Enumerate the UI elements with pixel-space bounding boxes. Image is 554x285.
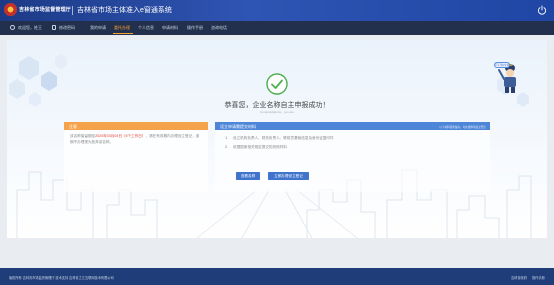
user-name: 欢迎您，姓王: [18, 25, 42, 30]
step-item: 1 设立机构负责人、财务负责人、联络员基础信息及身份证复印件: [225, 135, 334, 140]
next-steps-header: 设立申请需提交材料 以下材料需准备好，可在线申请设立登记: [215, 122, 490, 130]
footer-link-government[interactable]: 吉林省政府: [511, 275, 527, 280]
next-steps-hint: 以下材料需准备好，可在线申请设立登记: [439, 125, 486, 129]
nav-item-delegation[interactable]: 委托办理: [114, 25, 130, 31]
change-password-label: 修改密码: [59, 25, 75, 30]
next-steps-panel: 设立申请需提交材料 以下材料需准备好，可在线申请设立登记 1 设立机构负责人、财务…: [215, 122, 490, 192]
nav-item-hotline[interactable]: 咨询电话: [211, 25, 227, 31]
notice-body: 该名称保留期至2020年03月04日（5个工作日），请在有效期内办理设立登记，逾…: [64, 130, 208, 149]
result-card: 有问题找我 恭喜您，企业名称自主申报成功！ Congratulations，yo…: [7, 40, 547, 238]
emblem-icon: [4, 3, 17, 16]
notice-title: 注意: [64, 122, 208, 130]
header-divider: [72, 6, 73, 15]
nav-item-personal-info[interactable]: 个人信息: [138, 25, 154, 31]
user-icon: [10, 25, 15, 30]
step-item: 2 依据国家相关规定提交的其他材料: [225, 144, 287, 149]
nav-item-manual[interactable]: 操作手册: [187, 25, 203, 31]
change-password-link[interactable]: 修改密码: [52, 25, 75, 31]
footer-link-manual[interactable]: 操作手册: [532, 275, 545, 280]
success-title: 恭喜您，企业名称自主申报成功！: [224, 102, 330, 109]
start-registration-button[interactable]: 立即办理设立登记: [268, 172, 309, 180]
notice-date: 2020年03月04日（5个工作日）: [95, 134, 146, 138]
main-content: 有问题找我 恭喜您，企业名称自主申报成功！ Congratulations，yo…: [0, 35, 554, 268]
org-name: 吉林省市场监督管理厅: [19, 7, 72, 13]
active-tab-indicator: [113, 33, 133, 34]
nav-item-my-applications[interactable]: 我的申请: [90, 25, 106, 31]
assistant-bubble[interactable]: 有问题找我: [494, 62, 510, 68]
nav-item-materials[interactable]: 申请材料: [162, 25, 178, 31]
view-name-button[interactable]: 查看名称: [236, 172, 260, 180]
footer-copyright: 版权所有 吉林省市场监督管理厅 技术支持 吉林省之江互联网技术有限公司: [9, 276, 114, 280]
footer: 版权所有 吉林省市场监督管理厅 技术支持 吉林省之江互联网技术有限公司 吉林省政…: [0, 268, 554, 285]
next-steps-title: 设立申请需提交材料: [220, 124, 256, 129]
lock-icon: [52, 25, 56, 30]
user-greeting[interactable]: 欢迎您，姓王: [10, 25, 42, 31]
success-check-icon: [266, 73, 288, 95]
system-title: 吉林省市场主体准入e窗通系统: [77, 7, 172, 14]
notice-panel: 注意 该名称保留期至2020年03月04日（5个工作日），请在有效期内办理设立登…: [64, 122, 208, 192]
power-icon[interactable]: [537, 5, 547, 15]
success-subtitle: Congratulations，you are: [259, 110, 295, 114]
top-nav: 欢迎您，姓王 修改密码 我的申请 委托办理 个人信息 申请材料 操作手册 咨询电…: [0, 21, 554, 35]
notice-text-1: 该名称保留期至: [70, 134, 96, 138]
header: 吉林省市场监督管理厅 吉林省市场主体准入e窗通系统: [0, 0, 554, 21]
